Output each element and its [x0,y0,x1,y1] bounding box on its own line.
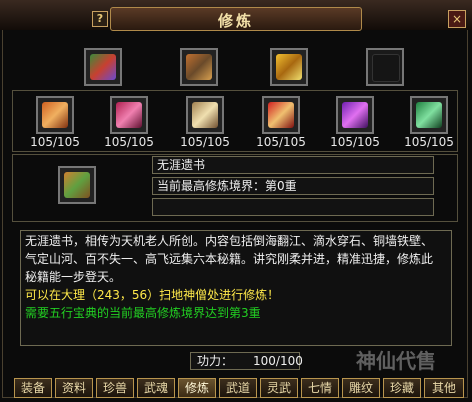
help-button[interactable]: ? [92,11,108,27]
power-field: 功力： 100/100 [190,352,303,370]
gold-scroll-image [192,102,218,128]
tab-soul[interactable]: 武魂 [137,378,175,398]
green-scroll-icon[interactable] [410,96,448,134]
count-label: 105/105 [404,135,454,149]
gold-chest-icon-image [276,54,302,80]
red-scroll-icon[interactable] [262,96,300,134]
tab-spirit-weapon[interactable]: 灵武 [260,378,298,398]
purple-scroll-image [342,102,368,128]
count-label: 105/105 [256,135,306,149]
tab-martial-path[interactable]: 武道 [219,378,257,398]
tab-equipment[interactable]: 装备 [14,378,52,398]
empty-field [152,198,434,216]
location-line: 可以在大理（243，56）扫地神僧处进行修炼！ [25,288,280,302]
tab-collection[interactable]: 珍藏 [383,378,421,398]
description-line: 秘籍能一步登天。 [25,270,122,284]
pink-scroll-icon[interactable] [110,96,148,134]
level-field: 当前最高修炼境界：第0重 [152,177,434,195]
requirement-line: 需要五行宝典的当前最高修炼境界达到第3重 [25,306,261,320]
tab-carving[interactable]: 雕纹 [342,378,380,398]
orange-scroll-icon[interactable] [36,96,74,134]
scroll-icon[interactable] [180,48,218,86]
gold-scroll-icon[interactable] [186,96,224,134]
selected-scroll-icon[interactable] [58,166,96,204]
title-bar[interactable]: ? 修炼 × [0,0,472,31]
tab-cultivation[interactable]: 修炼 [178,378,216,398]
green-scroll-image [416,102,442,128]
title-plate: 修炼 [110,7,362,31]
pink-scroll-image [116,102,142,128]
tab-other[interactable]: 其他 [424,378,464,398]
close-button[interactable]: × [448,10,466,28]
description-box: 无涯遗书，相传为天机老人所创。内容包括倒海翻江、滴水穿石、铜墙铁壁、 气定山河、… [20,230,452,346]
count-label: 105/105 [330,135,380,149]
red-scroll-image [268,102,294,128]
empty-slot-image [372,54,400,82]
cultivation-window: ? 修炼 × 105/105 105/105 105/105 105/105 1… [0,0,472,402]
description-line: 无涯遗书，相传为天机老人所创。内容包括倒海翻江、滴水穿石、铜墙铁壁、 [25,234,434,248]
gold-chest-icon[interactable] [270,48,308,86]
window-title: 修炼 [217,12,254,30]
item-name-field: 无涯遗书 [152,156,434,174]
count-label: 105/105 [104,135,154,149]
book-icon-image [90,54,116,80]
count-label: 105/105 [30,135,80,149]
power-value: 100/100 [253,354,303,368]
orange-scroll-image [42,102,68,128]
scroll-icon-image [186,54,212,80]
empty-slot-icon[interactable] [366,48,404,86]
description-line: 气定山河、百不失一、高飞远集六本秘籍。讲究刚柔并进，精准迅捷，修炼此 [25,252,434,266]
count-label: 105/105 [180,135,230,149]
tab-emotions[interactable]: 七情 [301,378,339,398]
selected-scroll-image [64,172,90,198]
power-label: 功力： [197,354,234,368]
watermark: 神仙代售 [356,349,436,373]
tab-pets[interactable]: 珍兽 [96,378,134,398]
tab-profile[interactable]: 资料 [55,378,93,398]
purple-scroll-icon[interactable] [336,96,374,134]
book-icon[interactable] [84,48,122,86]
